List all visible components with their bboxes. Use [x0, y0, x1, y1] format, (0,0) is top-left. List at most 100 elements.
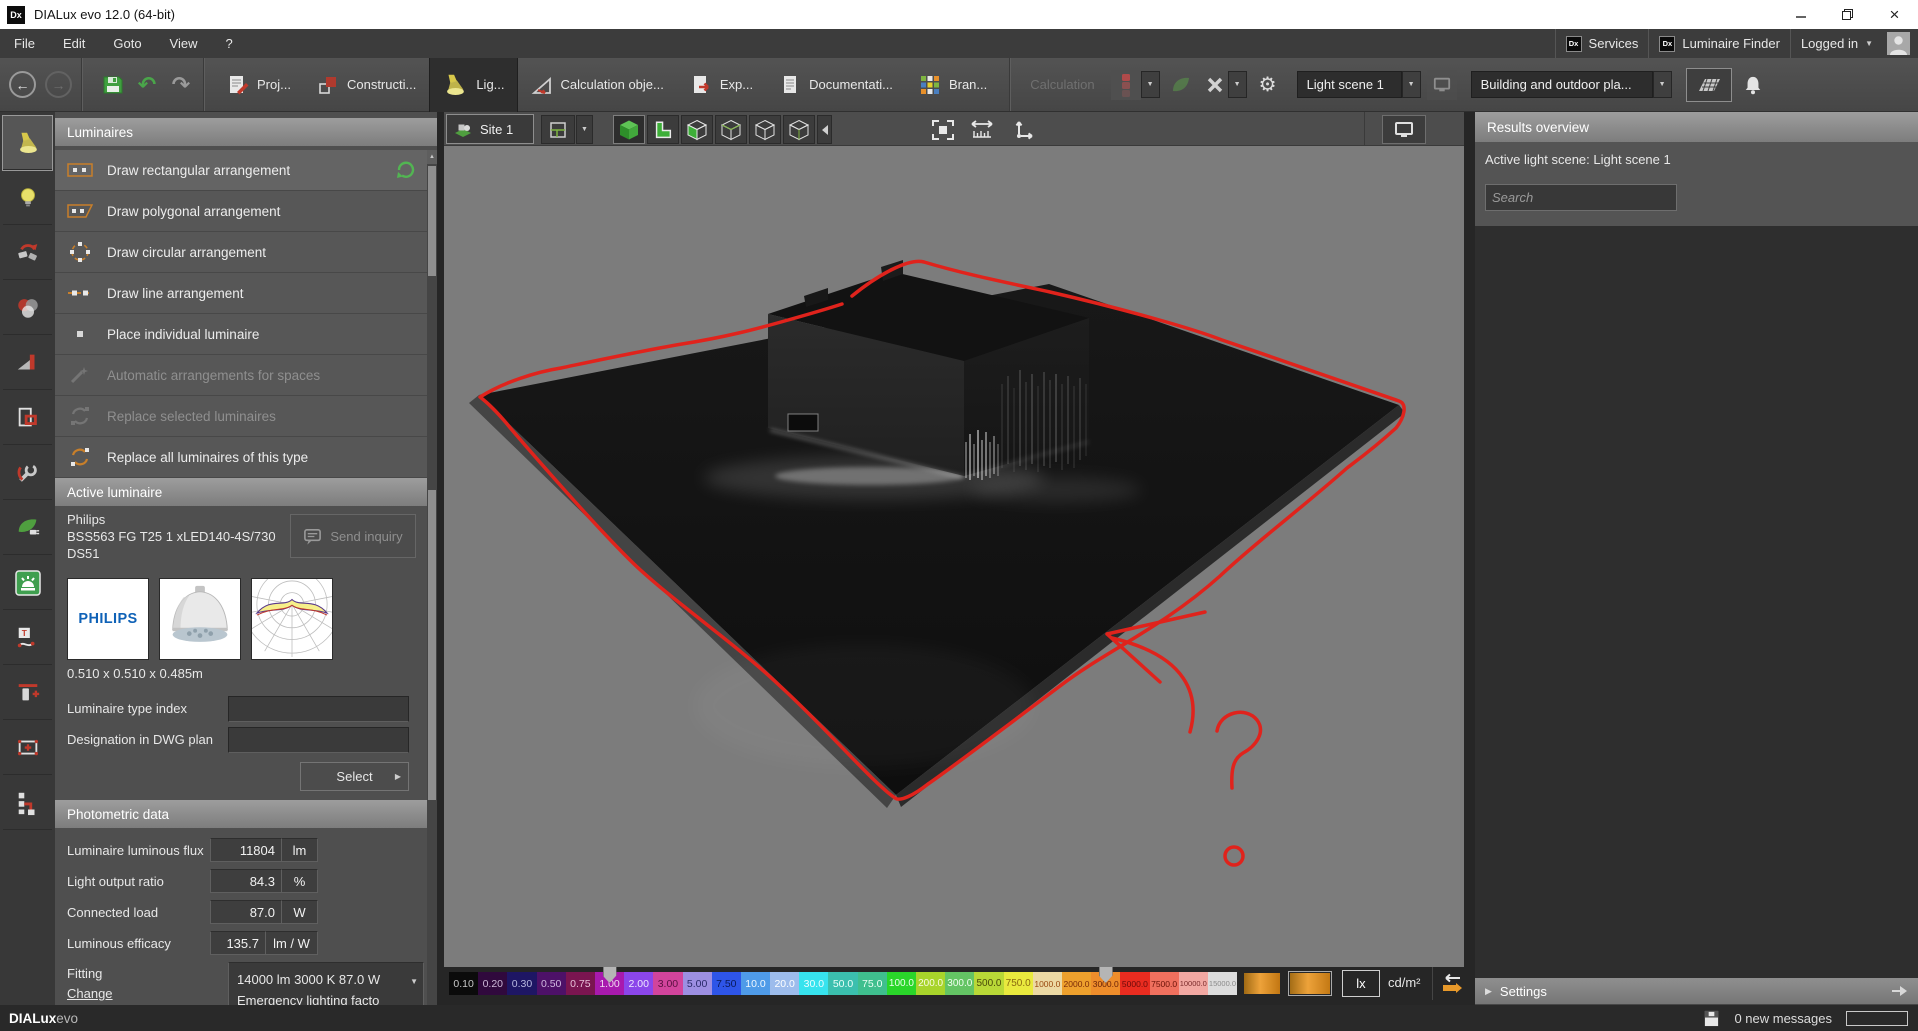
user-avatar[interactable]: [1887, 32, 1910, 55]
scale-segment-2000.0[interactable]: 2000.0: [1061, 972, 1092, 995]
fitting-select[interactable]: 14000 lm 3000 K 87.0 W Emergency lightin…: [228, 962, 424, 1005]
area-select[interactable]: Building and outdoor pla...: [1470, 71, 1653, 98]
coordinates-button[interactable]: [1014, 118, 1038, 142]
notification-bell-icon[interactable]: [1740, 72, 1766, 98]
swap-units-button[interactable]: [1439, 972, 1463, 1001]
view-l-shape-button[interactable]: [647, 115, 679, 144]
area-select-caret[interactable]: ▼: [1652, 71, 1672, 98]
scale-segment-7.50[interactable]: 7.50: [711, 972, 741, 995]
toolbar-tab-exp[interactable]: Exp...: [677, 58, 766, 112]
site-tab[interactable]: Site 1: [446, 114, 534, 144]
menu-goto[interactable]: Goto: [99, 29, 155, 58]
scale-segment-5.00[interactable]: 5.00: [682, 972, 712, 995]
floorplan-caret[interactable]: ▼: [576, 115, 593, 144]
eco-leaf-icon[interactable]: [1168, 72, 1194, 98]
scale-segment-0.30[interactable]: 0.30: [507, 972, 537, 995]
view-solid-button[interactable]: [613, 115, 645, 144]
scroll-up-arrow-icon[interactable]: ▲: [427, 150, 437, 164]
calculation-dropdown-caret[interactable]: ▼: [1140, 71, 1160, 98]
side-tool-text-path-icon[interactable]: T: [3, 611, 52, 665]
side-tool-room-outline-icon[interactable]: [3, 391, 52, 445]
gear-icon[interactable]: ⚙: [1255, 72, 1281, 98]
services-button[interactable]: Dx Services: [1556, 29, 1649, 58]
scale-segment-100.0[interactable]: 100.0: [886, 972, 916, 995]
calculation-status-icon[interactable]: [1110, 69, 1141, 100]
viewbar-collapse-button[interactable]: [817, 115, 832, 144]
photometric-value[interactable]: 135.7: [210, 931, 266, 955]
view-wireframe1-button[interactable]: [715, 115, 747, 144]
menu-edit[interactable]: Edit: [49, 29, 99, 58]
polar-diagram-thumbnail[interactable]: [251, 578, 333, 660]
scale-segment-75.0[interactable]: 75.0: [857, 972, 887, 995]
menu-view[interactable]: View: [156, 29, 212, 58]
side-tool-eco-plug-icon[interactable]: [3, 501, 52, 555]
toolbar-tab-lig[interactable]: Lig...: [429, 57, 518, 112]
display-monitor-button[interactable]: [1382, 115, 1426, 144]
solar-panel-button[interactable]: [1685, 67, 1732, 102]
side-tool-bar-chart-icon[interactable]: [3, 336, 52, 390]
unit-cdm2-label[interactable]: cd/m²: [1388, 975, 1421, 990]
scale-segment-1000.0[interactable]: 1000.0: [1032, 972, 1062, 995]
refresh-icon[interactable]: [395, 159, 417, 184]
luminaire-photo-thumbnail[interactable]: [159, 578, 241, 660]
measure-button[interactable]: [968, 118, 996, 142]
scale-segment-10000.0[interactable]: 10000.0: [1178, 972, 1208, 995]
tool-draw-polygonal-arrangement[interactable]: Draw polygonal arrangement: [55, 191, 427, 232]
side-tool-wrench-icon[interactable]: [3, 446, 52, 500]
photometric-value[interactable]: 84.3: [210, 869, 282, 893]
tool-draw-rectangular-arrangement[interactable]: Draw rectangular arrangement: [55, 150, 427, 191]
toolbar-tab-constructi[interactable]: Constructi...: [304, 58, 429, 112]
gradient-style-button[interactable]: [1244, 973, 1280, 994]
side-tool-emergency-light-icon[interactable]: [3, 556, 52, 610]
undo-icon[interactable]: ↶: [134, 72, 160, 98]
photometric-value[interactable]: 87.0: [210, 900, 282, 924]
scale-segment-20.0[interactable]: 20.0: [770, 972, 800, 995]
brand-logo-thumbnail[interactable]: PHILIPS: [67, 578, 149, 660]
view-cube-face-button[interactable]: [681, 115, 713, 144]
view-wireframe2-button[interactable]: [749, 115, 781, 144]
light-scene-caret[interactable]: ▼: [1401, 71, 1421, 98]
pin-icon[interactable]: [1890, 983, 1910, 999]
scale-segment-0.10[interactable]: 0.10: [449, 972, 479, 995]
zoom-fit-button[interactable]: [930, 118, 956, 142]
fitting-change-link[interactable]: Change: [67, 986, 113, 1001]
tool-list-scrollbar[interactable]: ▲: [427, 150, 437, 478]
send-inquiry-button[interactable]: Send inquiry: [290, 514, 416, 558]
view-wireframe3-button[interactable]: [783, 115, 815, 144]
scale-segment-3.00[interactable]: 3.00: [653, 972, 683, 995]
panel-scrollbar[interactable]: [427, 478, 437, 1005]
scale-segment-200.0[interactable]: 200.0: [916, 972, 946, 995]
scale-segment-300.0[interactable]: 300.0: [945, 972, 975, 995]
side-tool-bulb-icon[interactable]: [3, 171, 52, 225]
site-3d-scene[interactable]: [444, 146, 1464, 967]
back-button[interactable]: ←: [9, 71, 36, 98]
scale-segment-50.0[interactable]: 50.0: [828, 972, 858, 995]
cancel-dropdown-caret[interactable]: ▼: [1227, 71, 1247, 98]
unit-lx-button[interactable]: lx: [1342, 970, 1380, 997]
floorplan-view-button[interactable]: [541, 115, 575, 144]
select-luminaire-button[interactable]: Select ▶: [300, 762, 409, 791]
save-button[interactable]: [100, 72, 126, 98]
scale-segment-0.50[interactable]: 0.50: [536, 972, 566, 995]
messages-disk-icon[interactable]: [1703, 1009, 1720, 1028]
photometric-value[interactable]: 11804: [210, 838, 282, 862]
side-tool-street-mast-icon[interactable]: [3, 666, 52, 720]
scale-segment-0.20[interactable]: 0.20: [478, 972, 508, 995]
type-index-input[interactable]: [228, 696, 409, 722]
scale-segment-500.0[interactable]: 500.0: [974, 972, 1004, 995]
menu-?[interactable]: ?: [212, 29, 247, 58]
side-tool-rotate-joint-icon[interactable]: [3, 226, 52, 280]
side-tool-calc-surface-icon[interactable]: [3, 721, 52, 775]
forward-button[interactable]: →: [45, 71, 72, 98]
gradient-style-button-selected[interactable]: [1288, 971, 1332, 996]
light-scene-select[interactable]: Light scene 1: [1296, 71, 1402, 98]
tool-draw-circular-arrangement[interactable]: Draw circular arrangement: [55, 232, 427, 273]
cancel-x-icon[interactable]: [1202, 72, 1228, 98]
menu-file[interactable]: File: [0, 29, 49, 58]
scale-segment-2.00[interactable]: 2.00: [624, 972, 654, 995]
messages-count[interactable]: 0 new messages: [1734, 1011, 1832, 1026]
side-tool-color-circles-icon[interactable]: [3, 281, 52, 335]
scene-monitor-icon[interactable]: [1426, 69, 1457, 100]
scale-segment-750.0[interactable]: 750.0: [1003, 972, 1033, 995]
scale-segment-15000.0[interactable]: 15000.0: [1207, 972, 1238, 995]
